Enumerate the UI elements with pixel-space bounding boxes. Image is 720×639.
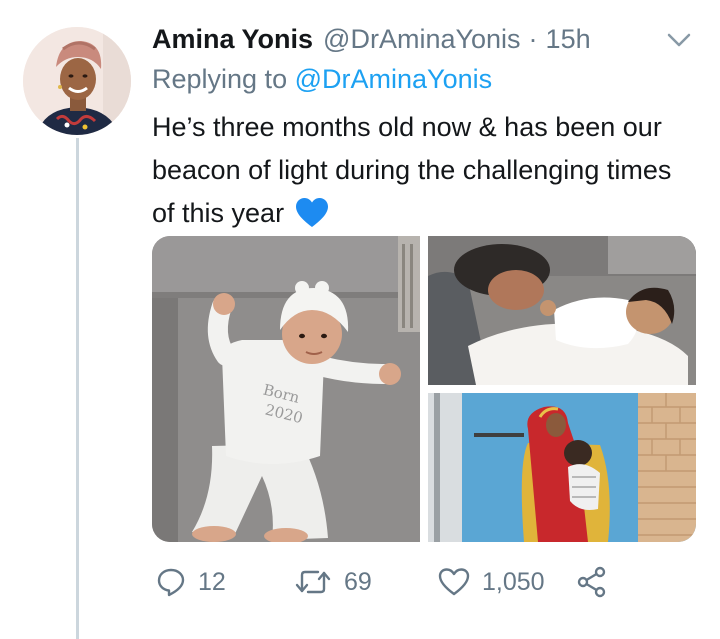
tweet-body: He’s three months old now & has been our… [152,112,672,228]
retweet-count: 69 [344,567,372,596]
replying-to-mention[interactable]: @DrAminaYonis [295,64,493,94]
reply-count: 12 [198,567,226,596]
thread-line [76,138,79,639]
like-count: 1,050 [482,567,545,596]
reply-icon [156,567,186,597]
retweet-button[interactable]: 69 [294,562,372,602]
media-grid: Born 2020 [152,236,696,542]
share-icon [576,566,608,598]
tweet[interactable]: Amina Yonis @DrAminaYonis · 15h Replying… [0,0,720,639]
reply-button[interactable]: 12 [156,562,226,602]
replying-to: Replying to @DrAminaYonis [152,64,492,95]
replying-to-label: Replying to [152,64,288,94]
like-button[interactable]: 1,050 [438,562,545,602]
retweet-icon [294,567,332,597]
tweet-header: Amina Yonis @DrAminaYonis · 15h [152,24,591,60]
father-with-baby-photo[interactable] [428,236,696,385]
separator-dot: · [528,24,538,54]
author-name[interactable]: Amina Yonis [152,24,313,55]
heart-icon [438,567,470,597]
blue-heart-icon [295,198,328,241]
mother-holding-baby-photo[interactable] [428,393,696,542]
timestamp[interactable]: 15h [546,24,591,55]
tweet-actions: 12 69 1,050 [152,562,632,606]
tweet-text: He’s three months old now & has been our… [152,106,692,241]
baby-lying-on-couch-photo[interactable]: Born 2020 [152,236,420,542]
avatar[interactable] [23,27,131,135]
share-button[interactable] [576,562,608,602]
author-handle[interactable]: @DrAminaYonis [323,24,521,55]
chevron-down-icon[interactable] [664,30,694,50]
